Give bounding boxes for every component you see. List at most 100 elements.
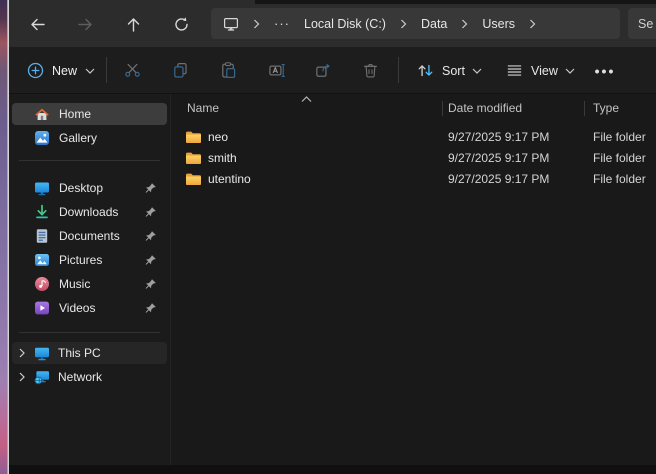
sidebar-item-label: Music <box>59 277 90 291</box>
new-button[interactable]: New <box>17 55 105 86</box>
delete-button[interactable] <box>360 60 380 80</box>
share-icon <box>314 61 333 80</box>
cut-button[interactable] <box>122 60 142 80</box>
file-row-utentino[interactable]: utentino 9/27/2025 9:17 PM File folder <box>171 169 656 190</box>
sidebar-item-label: Videos <box>59 301 95 315</box>
file-name: utentino <box>208 172 251 186</box>
documents-icon <box>34 228 50 244</box>
view-list-icon <box>505 61 524 80</box>
pin-icon <box>145 254 157 266</box>
file-list: Name Date modified Type neo 9/27/2025 9:… <box>171 94 656 465</box>
network-icon <box>34 369 50 385</box>
desktop-wallpaper-strip <box>0 0 7 474</box>
refresh-button[interactable] <box>168 11 194 37</box>
breadcrumb-item-local-disk[interactable]: Local Disk (C:) <box>304 17 386 31</box>
search-text: Se <box>638 17 653 31</box>
chevron-right-icon[interactable] <box>461 19 468 29</box>
back-arrow-icon <box>29 16 46 33</box>
column-header-type[interactable]: Type <box>593 94 619 122</box>
trash-icon <box>361 61 380 80</box>
sidebar-item-label: Network <box>58 370 102 384</box>
desktop-icon <box>34 180 50 196</box>
chevron-down-icon <box>565 68 575 74</box>
chevron-expand-icon[interactable] <box>18 372 26 382</box>
pin-icon <box>145 302 157 314</box>
file-row-smith[interactable]: smith 9/27/2025 9:17 PM File folder <box>171 148 656 169</box>
file-row-neo[interactable]: neo 9/27/2025 9:17 PM File folder <box>171 127 656 148</box>
sort-button-label: Sort <box>442 64 465 78</box>
search-input[interactable]: Se <box>628 8 656 39</box>
chevron-down-icon <box>85 68 95 74</box>
plus-circle-icon <box>27 62 44 79</box>
pin-icon <box>145 230 157 242</box>
file-type: File folder <box>593 151 646 165</box>
file-name: neo <box>208 130 228 144</box>
sidebar-item-downloads[interactable]: Downloads <box>12 201 167 223</box>
copy-icon <box>171 61 190 80</box>
sidebar-item-network[interactable]: Network <box>12 366 167 388</box>
back-button[interactable] <box>24 11 50 37</box>
folder-icon <box>185 130 202 144</box>
toolbar-divider <box>106 57 107 83</box>
sidebar-item-this-pc[interactable]: This PC <box>12 342 167 364</box>
sidebar-item-label: Desktop <box>59 181 103 195</box>
sidebar-separator <box>19 332 160 333</box>
rename-icon <box>268 61 287 80</box>
scissors-icon <box>123 61 142 80</box>
sidebar-item-desktop[interactable]: Desktop <box>12 177 167 199</box>
breadcrumb-item-users[interactable]: Users <box>482 17 515 31</box>
new-button-label: New <box>52 64 77 78</box>
more-options-button[interactable]: ••• <box>587 55 623 86</box>
share-button[interactable] <box>313 60 333 80</box>
copy-button[interactable] <box>170 60 190 80</box>
location-icon[interactable] <box>223 16 239 32</box>
sidebar-item-label: Pictures <box>59 253 102 267</box>
breadcrumb: ··· Local Disk (C:) Data Users <box>211 8 620 39</box>
chevron-right-icon[interactable] <box>529 19 536 29</box>
pin-icon <box>145 182 157 194</box>
file-explorer-window: ··· Local Disk (C:) Data Users Se New <box>9 0 656 474</box>
sidebar-item-home[interactable]: Home <box>12 103 167 125</box>
up-arrow-icon <box>125 16 142 33</box>
sidebar-item-documents[interactable]: Documents <box>12 225 167 247</box>
sidebar-item-label: Gallery <box>59 131 97 145</box>
file-type: File folder <box>593 130 646 144</box>
toolbar-divider <box>398 57 399 83</box>
chevron-right-icon[interactable] <box>253 19 260 29</box>
chevron-expand-icon[interactable] <box>18 348 26 358</box>
sidebar-item-videos[interactable]: Videos <box>12 297 167 319</box>
sidebar-item-music[interactable]: Music <box>12 273 167 295</box>
folder-icon <box>185 151 202 165</box>
tab-bar-remnant <box>255 0 656 4</box>
music-icon <box>34 276 50 292</box>
view-button[interactable]: View <box>497 55 583 86</box>
column-header-date-modified[interactable]: Date modified <box>448 94 522 122</box>
sidebar-item-pictures[interactable]: Pictures <box>12 249 167 271</box>
pictures-icon <box>34 252 50 268</box>
pin-icon <box>145 278 157 290</box>
command-bar: New <box>9 47 656 94</box>
paste-button[interactable] <box>218 60 238 80</box>
sidebar-separator <box>19 160 160 161</box>
gallery-icon <box>34 130 50 146</box>
chevron-down-icon <box>472 68 482 74</box>
sidebar-item-gallery[interactable]: Gallery <box>12 127 167 149</box>
file-date-modified: 9/27/2025 9:17 PM <box>448 151 549 165</box>
home-icon <box>34 106 50 122</box>
folder-icon <box>185 172 202 186</box>
sort-ascending-icon <box>301 96 312 102</box>
rename-button[interactable] <box>267 60 287 80</box>
column-resize-handle[interactable] <box>584 101 585 116</box>
column-resize-handle[interactable] <box>442 101 443 116</box>
chevron-right-icon[interactable] <box>400 19 407 29</box>
breadcrumb-overflow-button[interactable]: ··· <box>274 19 290 29</box>
up-button[interactable] <box>120 11 146 37</box>
forward-button[interactable] <box>72 11 98 37</box>
pin-icon <box>145 206 157 218</box>
sort-button[interactable]: Sort <box>408 55 490 86</box>
paste-icon <box>219 61 238 80</box>
refresh-icon <box>173 16 190 33</box>
breadcrumb-item-data[interactable]: Data <box>421 17 447 31</box>
column-header-name[interactable]: Name <box>187 94 219 122</box>
forward-arrow-icon <box>77 16 94 33</box>
